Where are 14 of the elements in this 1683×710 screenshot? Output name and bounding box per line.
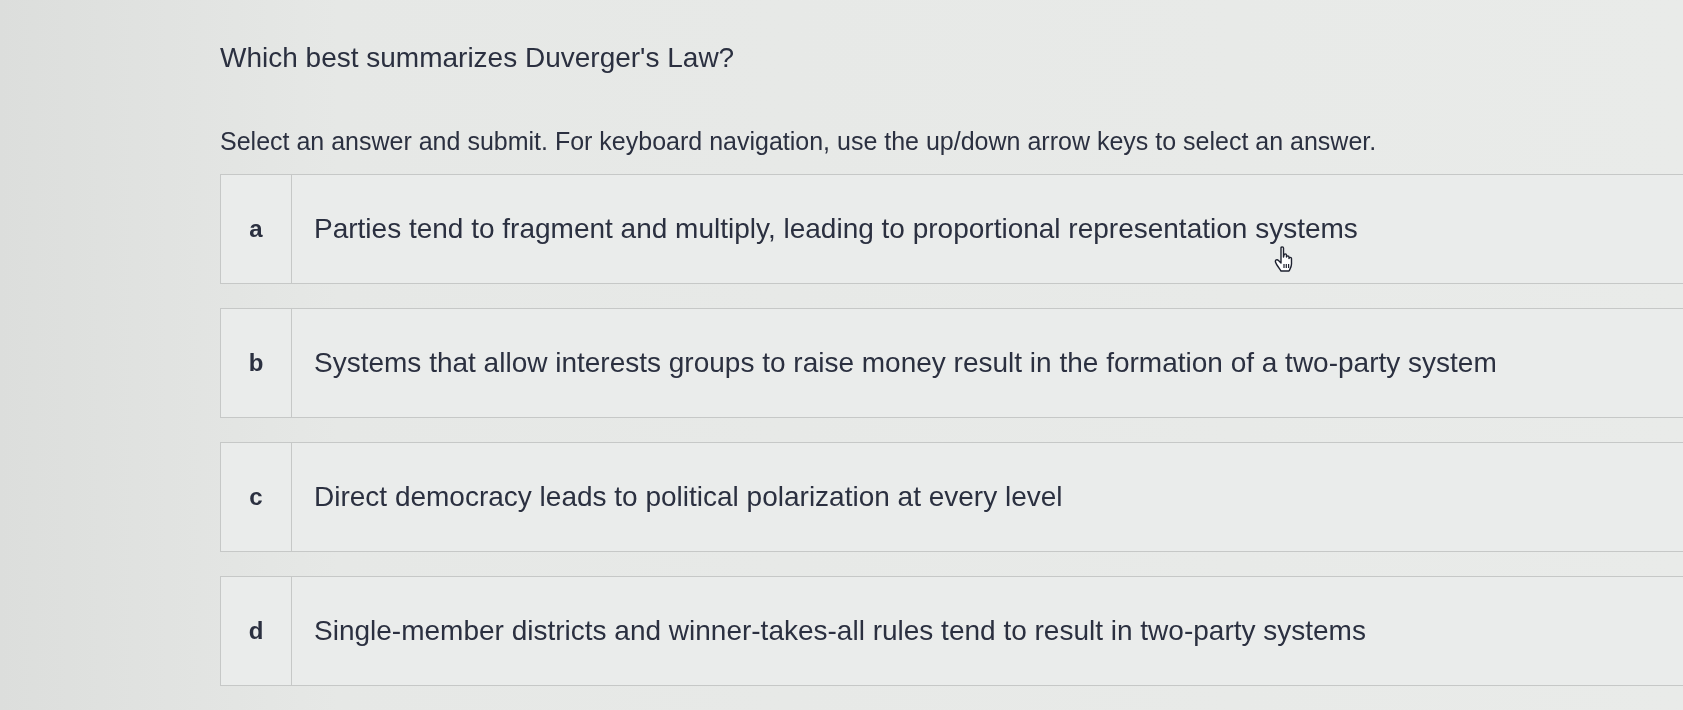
answer-option[interactable]: c Direct democracy leads to political polarization at every level [220, 442, 1683, 552]
option-letter: d [221, 577, 292, 685]
answer-option[interactable]: d Single-member districts and winner-takes-all rules tend to result in two-party systems [220, 576, 1683, 686]
answer-option[interactable]: a Parties tend to fragment and multiply, leading to proportional representation systems [220, 174, 1683, 284]
option-letter: a [221, 175, 292, 283]
option-letter: c [221, 443, 292, 551]
answer-option[interactable]: b Systems that allow interests groups to raise money result in the formation of a two-party system [220, 308, 1683, 418]
option-text: Parties tend to fragment and multiply, leading to proportional representation systems [314, 213, 1358, 245]
option-text: Single-member districts and winner-takes-all rules tend to result in two-party systems [314, 615, 1366, 647]
question-title: Which best summarizes Duverger's Law? [220, 41, 735, 75]
option-letter: b [221, 309, 292, 417]
instructions-text: Select an answer and submit. For keyboard navigation, use the up/down arrow keys to select an answer. [220, 126, 1377, 156]
option-text: Direct democracy leads to political polarization at every level [314, 481, 1063, 513]
option-text: Systems that allow interests groups to raise money result in the formation of a two-party system [314, 347, 1497, 379]
